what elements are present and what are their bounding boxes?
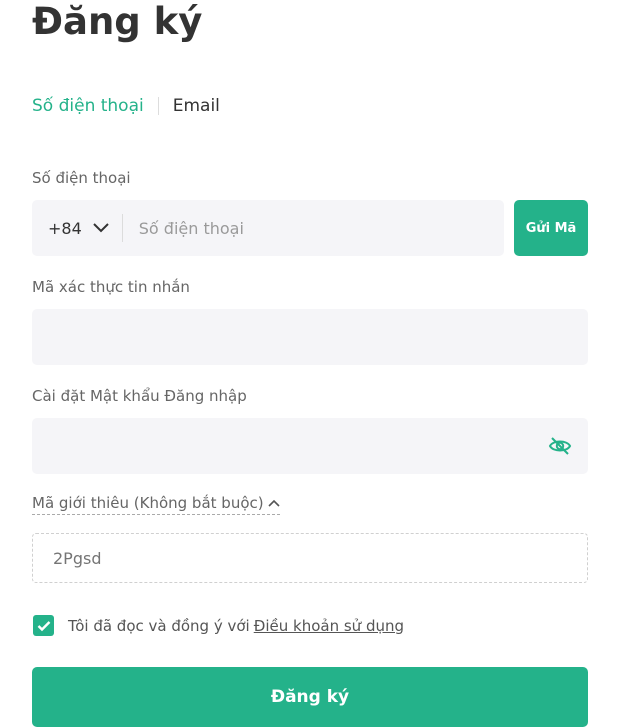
register-button[interactable]: Đăng ký	[32, 667, 588, 727]
terms-link[interactable]: Điều khoản sử dụng	[254, 617, 404, 635]
phone-input[interactable]	[122, 200, 504, 256]
agreement-row: Tôi đã đọc và đồng ý với Điều khoản sử d…	[33, 615, 404, 636]
sms-code-label: Mã xác thực tin nhắn	[32, 278, 190, 296]
agreement-checkbox[interactable]	[33, 615, 54, 636]
tab-divider	[157, 97, 159, 115]
password-field	[32, 418, 588, 474]
password-input[interactable]	[32, 418, 588, 474]
sms-code-input[interactable]	[32, 309, 588, 365]
password-label: Cài đặt Mật khẩu Đăng nhập	[32, 387, 247, 405]
chevron-down-icon	[93, 223, 109, 233]
referral-input[interactable]	[33, 534, 587, 582]
country-code-select[interactable]: +84	[32, 219, 122, 238]
phone-field: +84	[32, 200, 504, 256]
send-code-button[interactable]: Gửi Mã	[514, 200, 588, 256]
referral-toggle-label: Mã giới thiêu (Không bắt buộc)	[32, 494, 264, 512]
register-method-tabs: Số điện thoại Email	[32, 94, 220, 118]
sms-code-field	[32, 309, 588, 365]
referral-field	[32, 533, 588, 583]
agreement-text: Tôi đã đọc và đồng ý với	[68, 616, 250, 635]
tab-email[interactable]: Email	[173, 96, 220, 116]
country-code-value: +84	[48, 218, 82, 238]
check-icon	[37, 620, 50, 631]
page-title: Đăng ký	[32, 0, 203, 43]
chevron-up-icon	[268, 499, 280, 507]
referral-toggle[interactable]: Mã giới thiêu (Không bắt buộc)	[32, 494, 280, 515]
eye-slash-icon[interactable]	[548, 434, 572, 458]
phone-label: Số điện thoại	[32, 169, 131, 187]
tab-phone[interactable]: Số điện thoại	[32, 96, 144, 116]
